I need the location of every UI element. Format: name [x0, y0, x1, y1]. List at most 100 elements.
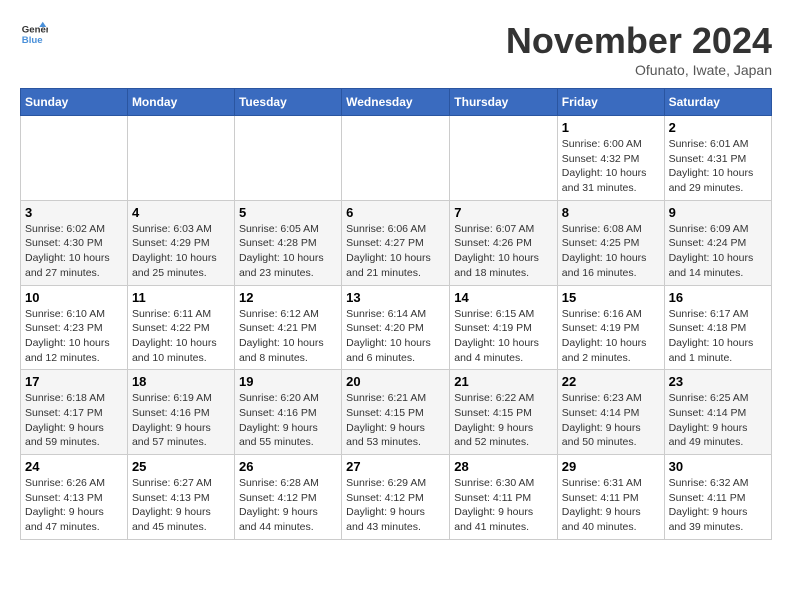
calendar-cell	[127, 116, 234, 201]
day-info: Sunrise: 6:01 AM Sunset: 4:31 PM Dayligh…	[669, 137, 767, 196]
location: Ofunato, Iwate, Japan	[506, 62, 772, 78]
day-number: 28	[454, 459, 553, 474]
weekday-header: Saturday	[664, 89, 771, 116]
weekday-header: Wednesday	[342, 89, 450, 116]
month-title: November 2024	[506, 20, 772, 62]
svg-text:Blue: Blue	[22, 35, 43, 46]
calendar-cell: 18 Sunrise: 6:19 AM Sunset: 4:16 PM Dayli…	[127, 370, 234, 455]
calendar-cell: 20 Sunrise: 6:21 AM Sunset: 4:15 PM Dayli…	[342, 370, 450, 455]
calendar-cell: 1Sunrise: 6:00 AM Sunset: 4:32 PM Daylig…	[557, 116, 664, 201]
calendar-cell	[450, 116, 558, 201]
day-number: 4	[132, 205, 230, 220]
day-info: Sunrise: 6:09 AM Sunset: 4:24 PM Dayligh…	[669, 222, 767, 281]
weekday-header: Tuesday	[234, 89, 341, 116]
day-number: 15	[562, 290, 660, 305]
day-number: 6	[346, 205, 445, 220]
weekday-header: Monday	[127, 89, 234, 116]
calendar-cell: 21Sunrise: 6:22 AM Sunset: 4:15 PM Dayli…	[450, 370, 558, 455]
day-info: Sunrise: 6:12 AM Sunset: 4:21 PM Dayligh…	[239, 307, 337, 366]
day-info: Sunrise: 6:15 AM Sunset: 4:19 PM Dayligh…	[454, 307, 553, 366]
calendar-cell: 29Sunrise: 6:31 AM Sunset: 4:11 PM Dayli…	[557, 455, 664, 540]
weekday-header: Thursday	[450, 89, 558, 116]
calendar-cell: 27Sunrise: 6:29 AM Sunset: 4:12 PM Dayli…	[342, 455, 450, 540]
day-number: 19	[239, 374, 337, 389]
day-info: Sunrise: 6:26 AM Sunset: 4:13 PM Dayligh…	[25, 476, 123, 535]
day-number: 11	[132, 290, 230, 305]
day-number: 2	[669, 120, 767, 135]
day-info: Sunrise: 6:00 AM Sunset: 4:32 PM Dayligh…	[562, 137, 660, 196]
calendar-cell: 7 Sunrise: 6:07 AM Sunset: 4:26 PM Daylig…	[450, 200, 558, 285]
calendar-cell: 22Sunrise: 6:23 AM Sunset: 4:14 PM Dayli…	[557, 370, 664, 455]
calendar-cell: 6 Sunrise: 6:06 AM Sunset: 4:27 PM Daylig…	[342, 200, 450, 285]
day-info: Sunrise: 6:10 AM Sunset: 4:23 PM Dayligh…	[25, 307, 123, 366]
logo: General Blue	[20, 20, 48, 48]
day-number: 20	[346, 374, 445, 389]
calendar-cell: 30 Sunrise: 6:32 AM Sunset: 4:11 PM Dayli…	[664, 455, 771, 540]
calendar-week-row: 3 Sunrise: 6:02 AM Sunset: 4:30 PM Daylig…	[21, 200, 772, 285]
weekday-header-row: SundayMondayTuesdayWednesdayThursdayFrid…	[21, 89, 772, 116]
weekday-header: Sunday	[21, 89, 128, 116]
calendar-cell: 12Sunrise: 6:12 AM Sunset: 4:21 PM Dayli…	[234, 285, 341, 370]
day-info: Sunrise: 6:29 AM Sunset: 4:12 PM Dayligh…	[346, 476, 445, 535]
day-info: Sunrise: 6:28 AM Sunset: 4:12 PM Dayligh…	[239, 476, 337, 535]
day-number: 5	[239, 205, 337, 220]
calendar-cell: 9 Sunrise: 6:09 AM Sunset: 4:24 PM Daylig…	[664, 200, 771, 285]
calendar-cell	[342, 116, 450, 201]
calendar-week-row: 17 Sunrise: 6:18 AM Sunset: 4:17 PM Dayli…	[21, 370, 772, 455]
calendar-week-row: 10 Sunrise: 6:10 AM Sunset: 4:23 PM Dayli…	[21, 285, 772, 370]
day-number: 25	[132, 459, 230, 474]
calendar-cell: 8 Sunrise: 6:08 AM Sunset: 4:25 PM Daylig…	[557, 200, 664, 285]
day-info: Sunrise: 6:18 AM Sunset: 4:17 PM Dayligh…	[25, 391, 123, 450]
day-number: 16	[669, 290, 767, 305]
calendar-cell	[21, 116, 128, 201]
calendar-cell: 15Sunrise: 6:16 AM Sunset: 4:19 PM Dayli…	[557, 285, 664, 370]
calendar-table: SundayMondayTuesdayWednesdayThursdayFrid…	[20, 88, 772, 540]
logo-icon: General Blue	[20, 20, 48, 48]
day-number: 23	[669, 374, 767, 389]
day-info: Sunrise: 6:30 AM Sunset: 4:11 PM Dayligh…	[454, 476, 553, 535]
calendar-week-row: 1Sunrise: 6:00 AM Sunset: 4:32 PM Daylig…	[21, 116, 772, 201]
day-number: 3	[25, 205, 123, 220]
calendar-cell: 2 Sunrise: 6:01 AM Sunset: 4:31 PM Daylig…	[664, 116, 771, 201]
day-info: Sunrise: 6:08 AM Sunset: 4:25 PM Dayligh…	[562, 222, 660, 281]
day-info: Sunrise: 6:25 AM Sunset: 4:14 PM Dayligh…	[669, 391, 767, 450]
title-block: November 2024 Ofunato, Iwate, Japan	[506, 20, 772, 78]
day-number: 13	[346, 290, 445, 305]
day-info: Sunrise: 6:23 AM Sunset: 4:14 PM Dayligh…	[562, 391, 660, 450]
day-info: Sunrise: 6:03 AM Sunset: 4:29 PM Dayligh…	[132, 222, 230, 281]
day-number: 10	[25, 290, 123, 305]
calendar-cell: 19 Sunrise: 6:20 AM Sunset: 4:16 PM Dayli…	[234, 370, 341, 455]
page-header: General Blue November 2024 Ofunato, Iwat…	[20, 20, 772, 78]
calendar-cell: 28 Sunrise: 6:30 AM Sunset: 4:11 PM Dayli…	[450, 455, 558, 540]
calendar-cell: 17 Sunrise: 6:18 AM Sunset: 4:17 PM Dayli…	[21, 370, 128, 455]
calendar-cell: 5Sunrise: 6:05 AM Sunset: 4:28 PM Daylig…	[234, 200, 341, 285]
calendar-cell: 11 Sunrise: 6:11 AM Sunset: 4:22 PM Dayli…	[127, 285, 234, 370]
day-info: Sunrise: 6:19 AM Sunset: 4:16 PM Dayligh…	[132, 391, 230, 450]
calendar-cell: 4 Sunrise: 6:03 AM Sunset: 4:29 PM Daylig…	[127, 200, 234, 285]
calendar-cell	[234, 116, 341, 201]
calendar-cell: 13 Sunrise: 6:14 AM Sunset: 4:20 PM Dayli…	[342, 285, 450, 370]
day-info: Sunrise: 6:14 AM Sunset: 4:20 PM Dayligh…	[346, 307, 445, 366]
day-number: 29	[562, 459, 660, 474]
day-number: 7	[454, 205, 553, 220]
calendar-week-row: 24Sunrise: 6:26 AM Sunset: 4:13 PM Dayli…	[21, 455, 772, 540]
day-number: 14	[454, 290, 553, 305]
day-number: 21	[454, 374, 553, 389]
day-info: Sunrise: 6:20 AM Sunset: 4:16 PM Dayligh…	[239, 391, 337, 450]
calendar-cell: 10 Sunrise: 6:10 AM Sunset: 4:23 PM Dayli…	[21, 285, 128, 370]
calendar-cell: 3 Sunrise: 6:02 AM Sunset: 4:30 PM Daylig…	[21, 200, 128, 285]
weekday-header: Friday	[557, 89, 664, 116]
day-number: 9	[669, 205, 767, 220]
day-number: 18	[132, 374, 230, 389]
day-info: Sunrise: 6:06 AM Sunset: 4:27 PM Dayligh…	[346, 222, 445, 281]
day-info: Sunrise: 6:02 AM Sunset: 4:30 PM Dayligh…	[25, 222, 123, 281]
day-number: 26	[239, 459, 337, 474]
day-info: Sunrise: 6:32 AM Sunset: 4:11 PM Dayligh…	[669, 476, 767, 535]
day-info: Sunrise: 6:21 AM Sunset: 4:15 PM Dayligh…	[346, 391, 445, 450]
day-number: 8	[562, 205, 660, 220]
day-info: Sunrise: 6:07 AM Sunset: 4:26 PM Dayligh…	[454, 222, 553, 281]
day-info: Sunrise: 6:11 AM Sunset: 4:22 PM Dayligh…	[132, 307, 230, 366]
calendar-cell: 25Sunrise: 6:27 AM Sunset: 4:13 PM Dayli…	[127, 455, 234, 540]
day-number: 17	[25, 374, 123, 389]
day-number: 30	[669, 459, 767, 474]
